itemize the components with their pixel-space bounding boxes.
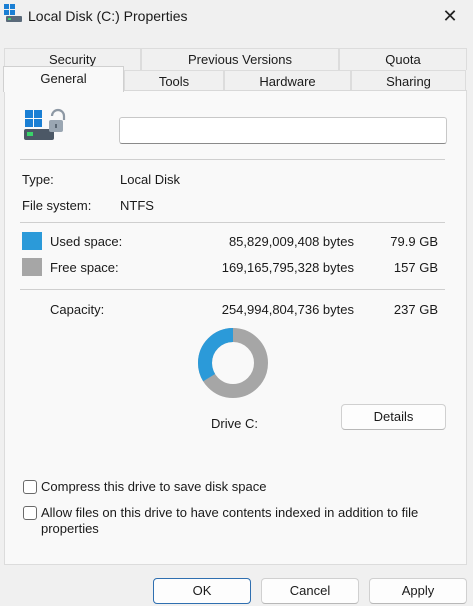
close-button[interactable]: ✕ [427, 0, 473, 32]
tab-quota[interactable]: Quota [339, 48, 467, 70]
tab-previous-versions[interactable]: Previous Versions [141, 48, 339, 70]
tab-hardware[interactable]: Hardware [224, 70, 351, 92]
close-icon: ✕ [442, 5, 458, 26]
ok-label: OK [192, 583, 212, 598]
used-space-size: 79.9 GB [390, 234, 438, 249]
type-label: Type: [22, 172, 54, 187]
file-system-label: File system: [22, 198, 92, 213]
tab-sharing[interactable]: Sharing [351, 70, 466, 92]
drive-windows-icon [24, 108, 66, 140]
tab-general[interactable]: General [3, 66, 124, 92]
used-space-label: Used space: [50, 234, 123, 249]
cancel-label: Cancel [289, 583, 331, 598]
apply-label: Apply [401, 583, 435, 598]
used-space-bytes: 85,829,009,408 bytes [228, 234, 354, 249]
divider [20, 289, 445, 290]
drive-label: Drive C: [211, 416, 258, 431]
capacity-bytes: 254,994,804,736 bytes [221, 302, 354, 317]
free-space-bytes: 169,165,795,328 bytes [221, 260, 354, 275]
drive-name-input[interactable] [119, 117, 447, 144]
tab-label: Hardware [259, 74, 316, 89]
free-space-size: 157 GB [393, 260, 438, 275]
tab-label: Sharing [386, 74, 431, 89]
disk-usage-donut [198, 328, 268, 398]
details-button[interactable]: Details [341, 404, 446, 430]
file-system-value: NTFS [120, 198, 154, 213]
compress-checkbox[interactable] [23, 480, 37, 494]
ok-button[interactable]: OK [153, 578, 251, 604]
title-bar: Local Disk (C:) Properties ✕ [0, 0, 473, 34]
capacity-label: Capacity: [50, 302, 105, 317]
used-space-swatch [22, 232, 42, 250]
tab-label: Tools [158, 74, 190, 89]
index-label: Allow files on this drive to have conten… [41, 505, 419, 536]
tab-label: General [40, 71, 87, 86]
drive-windows-icon [4, 4, 22, 22]
tab-label: Previous Versions [187, 52, 293, 67]
apply-button[interactable]: Apply [369, 578, 467, 604]
window-title: Local Disk (C:) Properties [28, 8, 188, 24]
free-space-label: Free space: [50, 260, 119, 275]
type-value: Local Disk [120, 172, 180, 187]
cancel-button[interactable]: Cancel [261, 578, 359, 604]
tab-label: Security [49, 52, 96, 67]
tab-label: Quota [385, 52, 421, 67]
divider [20, 222, 445, 223]
capacity-size: 237 GB [393, 302, 438, 317]
index-checkbox[interactable] [23, 506, 37, 520]
details-button-label: Details [373, 409, 414, 424]
divider [20, 159, 445, 160]
compress-label: Compress this drive to save disk space [41, 479, 267, 494]
tab-tools[interactable]: Tools [124, 70, 224, 92]
free-space-swatch [22, 258, 42, 276]
